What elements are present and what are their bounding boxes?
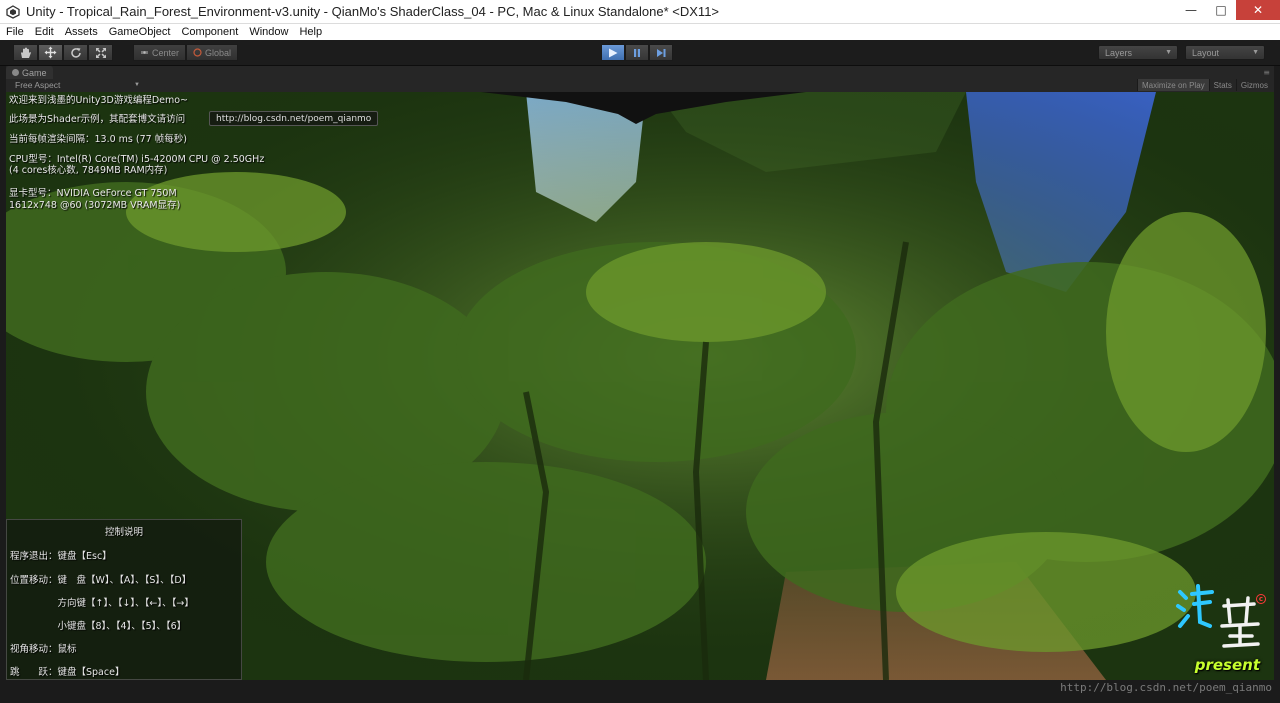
menu-gameobject[interactable]: GameObject <box>109 26 171 38</box>
aspect-dropdown[interactable]: Free Aspect ▼ <box>12 79 142 91</box>
game-icon <box>12 69 19 76</box>
hud-cpu-detail: (4 cores核心数, 7849MB RAM内存) <box>9 165 168 176</box>
game-viewport[interactable]: 欢迎来到浅墨的Unity3D游戏编程Demo~ 此场景为Shader示例，其配套… <box>6 92 1274 680</box>
transform-tools <box>13 44 113 61</box>
menu-file[interactable]: File <box>6 26 24 38</box>
gizmos-toggle[interactable]: Gizmos <box>1235 79 1272 91</box>
hud-gpu-model: 显卡型号：NVIDIA GeForce GT 750M <box>9 188 177 199</box>
play-icon <box>609 48 618 57</box>
close-button[interactable]: ✕ <box>1236 0 1280 20</box>
menu-help[interactable]: Help <box>299 26 322 38</box>
hud-welcome: 欢迎来到浅墨的Unity3D游戏编程Demo~ <box>9 95 189 106</box>
pause-icon <box>634 48 640 57</box>
rotate-tool-button[interactable] <box>63 44 88 61</box>
control-row-move-keys: 位置移动：键 盘【W】、【A】、【S】、【D】 <box>10 575 192 586</box>
window-controls: — □ ✕ <box>1176 0 1280 20</box>
menu-component[interactable]: Component <box>181 26 238 38</box>
menu-bar: File Edit Assets GameObject Component Wi… <box>0 24 1280 40</box>
controls-panel: 控制说明 程序退出：键盘【Esc】 位置移动：键 盘【W】、【A】、【S】、【D… <box>6 519 242 680</box>
layout-label: Layout <box>1192 47 1220 58</box>
hud-gpu-detail: 1612x748 @60 (3072MB VRAM显存) <box>9 200 181 211</box>
pivot-center-button[interactable]: Center <box>133 44 187 61</box>
play-controls <box>601 44 673 61</box>
copyright-icon: c <box>1256 594 1266 604</box>
game-view-options: Maximize on Play Stats Gizmos <box>1136 79 1272 91</box>
layout-dropdown[interactable]: Layout ▼ <box>1185 45 1265 60</box>
step-icon <box>656 48 665 57</box>
hand-icon <box>21 47 31 58</box>
step-button[interactable] <box>649 44 673 61</box>
play-button[interactable] <box>601 44 625 61</box>
control-row-look: 视角移动：鼠标 <box>10 644 77 655</box>
window-title: Unity - Tropical_Rain_Forest_Environment… <box>26 4 720 19</box>
menu-edit[interactable]: Edit <box>35 26 54 38</box>
pivot-center-label: Center <box>152 47 180 58</box>
hand-tool-button[interactable] <box>13 44 38 61</box>
maximize-on-play-toggle[interactable]: Maximize on Play <box>1136 79 1209 91</box>
tab-game-label: Game <box>22 67 47 78</box>
hud-frame-interval: 当前每帧渲染间隔：13.0 ms (77 帧每秒) <box>9 134 187 145</box>
hud-shader-note: 此场景为Shader示例，其配套博文请访问 <box>9 114 186 125</box>
qianmo-calligraphy-icon <box>1176 584 1260 648</box>
pivot-toggles: Center Global <box>133 44 239 61</box>
blog-link-button[interactable]: http://blog.csdn.net/poem_qianmo <box>209 111 379 126</box>
scale-icon <box>95 47 106 58</box>
globe-icon <box>193 48 202 57</box>
watermark: http://blog.csdn.net/poem_qianmo <box>1060 681 1272 694</box>
window-titlebar: Unity - Tropical_Rain_Forest_Environment… <box>0 0 1280 24</box>
game-panel-header: Game ≡ Free Aspect ▼ Maximize on Play St… <box>6 66 1274 92</box>
tab-game[interactable]: Game <box>6 66 53 79</box>
pause-button[interactable] <box>625 44 649 61</box>
move-tool-button[interactable] <box>38 44 63 61</box>
scale-tool-button[interactable] <box>88 44 113 61</box>
unity-logo-icon <box>6 4 20 19</box>
menu-window[interactable]: Window <box>249 26 288 38</box>
control-row-exit: 程序退出：键盘【Esc】 <box>10 551 112 562</box>
control-row-numpad: 小键盘【8】、【4】、【5】、【6】 <box>10 621 187 632</box>
minimize-button[interactable]: — <box>1176 0 1206 20</box>
controls-title: 控制说明 <box>104 527 143 538</box>
move-icon <box>44 46 57 59</box>
chevron-down-icon: ▼ <box>134 82 140 88</box>
logo-present-text: present <box>1194 656 1260 674</box>
control-row-arrow-keys: 方向键【↑】、【↓】、【←】、【→】 <box>10 598 194 609</box>
maximize-button[interactable]: □ <box>1206 0 1236 20</box>
layers-label: Layers <box>1105 47 1133 58</box>
stats-toggle[interactable]: Stats <box>1208 79 1236 91</box>
pivot-global-button[interactable]: Global <box>186 44 239 61</box>
control-row-jump: 跳 跃：键盘【Space】 <box>10 667 125 678</box>
chevron-down-icon: ▼ <box>1252 49 1259 56</box>
aspect-label: Free Aspect <box>15 80 61 90</box>
layers-dropdown[interactable]: Layers ▼ <box>1098 45 1178 60</box>
center-icon <box>141 51 148 54</box>
toolbar: Center Global Layers ▼ Layout ▼ <box>0 40 1280 66</box>
rotate-icon <box>70 47 81 58</box>
menu-assets[interactable]: Assets <box>65 26 98 38</box>
panel-menu-icon[interactable]: ≡ <box>1263 68 1270 77</box>
chevron-down-icon: ▼ <box>1165 49 1172 56</box>
pivot-global-label: Global <box>205 47 232 58</box>
